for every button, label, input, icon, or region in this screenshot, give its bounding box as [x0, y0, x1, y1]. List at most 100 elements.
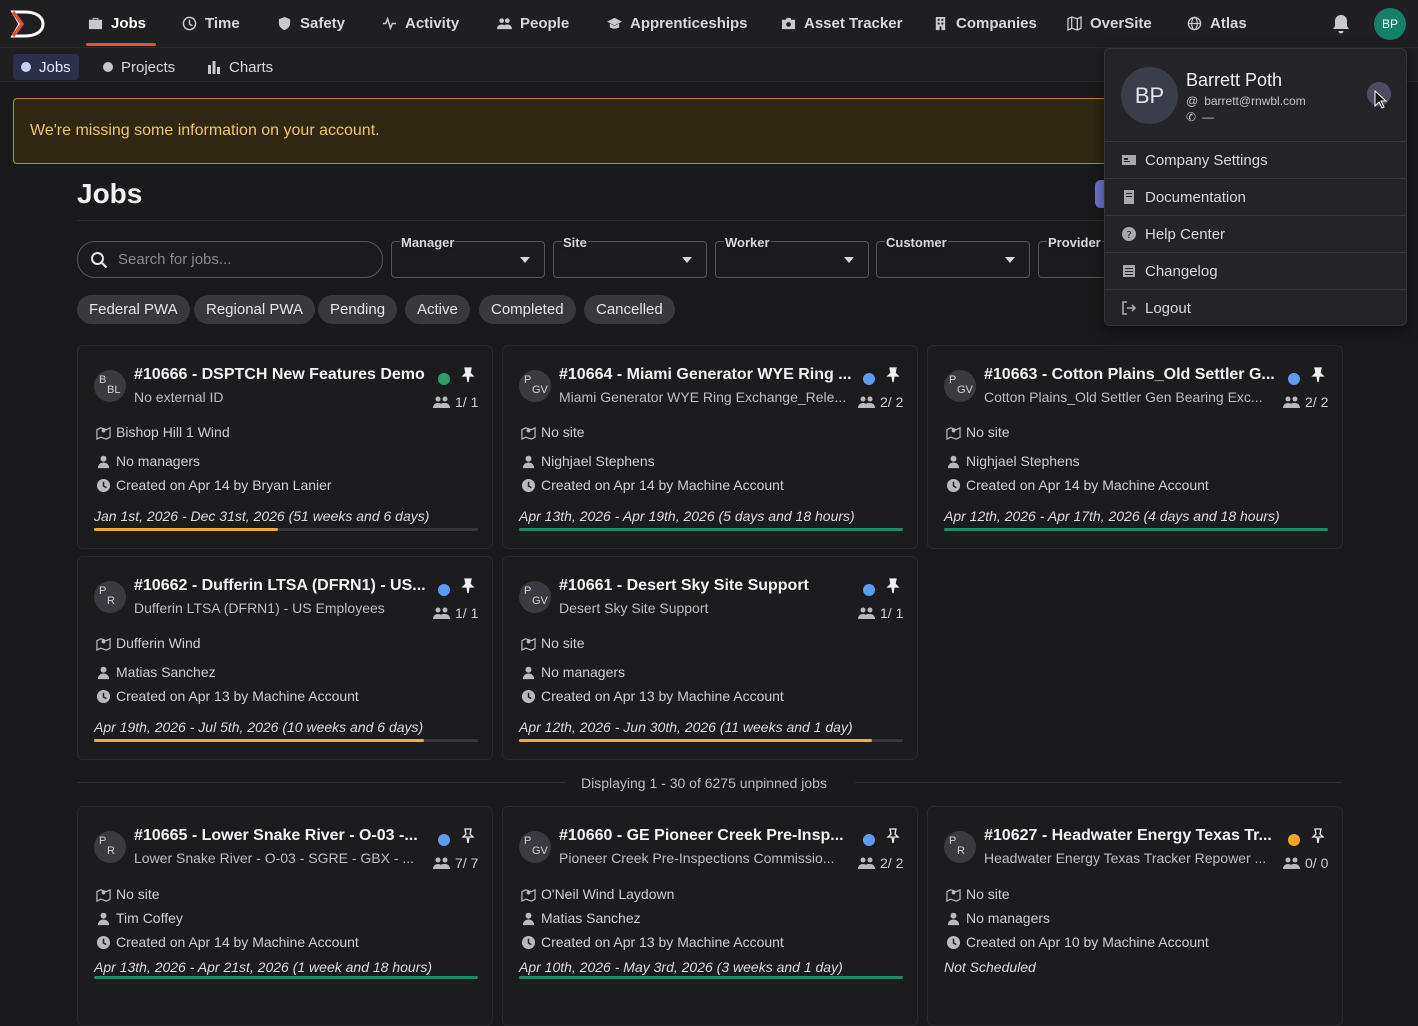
job-avatar: B BL: [94, 370, 126, 402]
nav-apprenticeships[interactable]: Apprenticeships: [607, 0, 748, 46]
job-avatar: P GV: [944, 370, 976, 402]
map-icon: [1067, 15, 1082, 31]
nav-safety[interactable]: Safety: [277, 0, 345, 46]
job-dates: Apr 12th, 2026 - Jun 30th, 2026 (11 week…: [519, 719, 853, 735]
job-created: Created on Apr 14 by Bryan Lanier: [96, 477, 332, 493]
job-site: No site: [946, 886, 1010, 902]
clock-icon: [521, 478, 536, 492]
job-dates: Apr 13th, 2026 - Apr 21st, 2026 (1 week …: [94, 959, 433, 975]
worker-count: 2/ 2: [1283, 394, 1328, 410]
notifications-bell-icon[interactable]: [1330, 13, 1352, 35]
job-avatar: P GV: [519, 581, 551, 613]
pin-button[interactable]: [460, 578, 476, 594]
menu-documentation[interactable]: Documentation: [1121, 179, 1246, 215]
pin-button[interactable]: [460, 367, 476, 383]
job-title[interactable]: #10661 - Desert Sky Site Support: [559, 577, 809, 595]
manager-select[interactable]: Manager: [391, 235, 545, 278]
job-title[interactable]: #10666 - DSPTCH New Features Demo: [134, 366, 425, 384]
map-pin-icon: [96, 426, 111, 440]
circle-icon: [21, 62, 31, 72]
chip-federal-pwa[interactable]: Federal PWA: [77, 295, 190, 324]
search-placeholder: Search for jobs...: [118, 251, 232, 268]
job-card[interactable]: P GV #10661 - Desert Sky Site Support Deser…: [502, 556, 918, 760]
job-title[interactable]: #10665 - Lower Snake River - O-03 -...: [134, 827, 418, 845]
job-created: Created on Apr 13 by Machine Account: [521, 934, 784, 950]
job-title[interactable]: #10663 - Cotton Plains_Old Settler G...: [984, 366, 1275, 384]
chip-active[interactable]: Active: [405, 295, 470, 324]
chip-pending[interactable]: Pending: [318, 295, 398, 324]
job-managers: No managers: [946, 910, 1050, 926]
pin-icon: [461, 828, 475, 844]
nav-atlas[interactable]: Atlas: [1187, 0, 1247, 46]
worker-count: 2/ 2: [858, 855, 903, 871]
customer-select[interactable]: Customer: [876, 235, 1030, 278]
job-card[interactable]: P R #10662 - Dufferin LTSA (DFRN1) - US...…: [77, 556, 493, 760]
users-icon: [433, 396, 450, 408]
subnav-projects[interactable]: Projects: [95, 54, 183, 80]
subnav-charts[interactable]: Charts: [199, 54, 281, 80]
job-card[interactable]: B BL #10666 - DSPTCH New Features Demo No e…: [77, 345, 493, 549]
pin-button[interactable]: [1310, 367, 1326, 383]
app-logo[interactable]: [10, 9, 48, 39]
job-site: No site: [521, 424, 585, 440]
job-title[interactable]: #10660 - GE Pioneer Creek Pre-Insp...: [559, 827, 844, 845]
subnav-jobs[interactable]: Jobs: [13, 54, 79, 80]
users-icon: [497, 17, 512, 29]
job-title[interactable]: #10627 - Headwater Energy Texas Tr...: [984, 827, 1272, 845]
pin-button[interactable]: [885, 828, 901, 844]
globe-icon: [1187, 16, 1202, 30]
chip-cancelled[interactable]: Cancelled: [584, 295, 675, 324]
pin-button[interactable]: [885, 578, 901, 594]
pin-button[interactable]: [885, 367, 901, 383]
users-icon: [1283, 396, 1300, 408]
user-icon: [947, 455, 960, 468]
nav-companies[interactable]: Companies: [933, 0, 1037, 46]
user-avatar-button[interactable]: BP: [1374, 8, 1406, 40]
job-title[interactable]: #10662 - Dufferin LTSA (DFRN1) - US...: [134, 577, 426, 595]
menu-company-settings[interactable]: Company Settings: [1121, 142, 1268, 178]
nav-oversite[interactable]: OverSite: [1067, 0, 1152, 46]
progress-fill: [944, 528, 1328, 531]
site-select[interactable]: Site: [553, 235, 707, 278]
pin-icon: [461, 367, 475, 383]
job-card[interactable]: P GV #10664 - Miami Generator WYE Ring ...…: [502, 345, 918, 549]
pin-button[interactable]: [460, 828, 476, 844]
provider-select[interactable]: Provider: [1038, 235, 1108, 278]
job-card[interactable]: P R #10665 - Lower Snake River - O-03 -...…: [77, 806, 493, 1026]
nav-time[interactable]: Time: [182, 0, 240, 46]
chip-regional-pwa[interactable]: Regional PWA: [194, 295, 315, 324]
progress-fill: [94, 976, 478, 979]
job-avatar: PR: [94, 831, 126, 863]
pin-icon: [461, 578, 475, 594]
job-card[interactable]: P GV #10663 - Cotton Plains_Old Settler G.…: [927, 345, 1343, 549]
pin-icon: [886, 828, 900, 844]
pin-button[interactable]: [1310, 828, 1326, 844]
job-title[interactable]: #10664 - Miami Generator WYE Ring ...: [559, 366, 852, 384]
missing-info-alert[interactable]: We're missing some information on your a…: [13, 98, 1153, 164]
job-card[interactable]: P GV #10660 - GE Pioneer Creek Pre-Insp...…: [502, 806, 918, 1026]
job-managers: Tim Coffey: [96, 910, 183, 926]
pin-icon: [886, 578, 900, 594]
phone-icon: ✆: [1186, 110, 1197, 124]
nav-jobs[interactable]: Jobs: [85, 0, 157, 46]
menu-logout[interactable]: Logout: [1121, 290, 1191, 326]
job-site: No site: [96, 886, 160, 902]
map-pin-icon: [521, 888, 536, 902]
user-phone: ✆ —: [1186, 110, 1215, 124]
job-subtitle: Desert Sky Site Support: [559, 600, 709, 616]
job-card[interactable]: P R #10627 - Headwater Energy Texas Tr... H…: [927, 806, 1343, 1026]
chip-completed[interactable]: Completed: [479, 295, 576, 324]
menu-help-center[interactable]: ? Help Center: [1121, 216, 1225, 252]
job-subtitle: No external ID: [134, 389, 224, 405]
nav-activity[interactable]: Activity: [382, 0, 459, 46]
job-progress-bar: [944, 528, 1328, 531]
search-jobs-input[interactable]: Search for jobs...: [77, 241, 383, 278]
job-created: Created on Apr 14 by Machine Account: [946, 477, 1209, 493]
progress-fill: [94, 739, 425, 742]
nav-asset-tracker[interactable]: Asset Tracker: [781, 0, 902, 46]
worker-select[interactable]: Worker: [715, 235, 869, 278]
menu-changelog[interactable]: Changelog: [1121, 253, 1218, 289]
search-icon: [91, 251, 108, 268]
job-managers: No managers: [96, 453, 200, 469]
nav-people[interactable]: People: [497, 0, 569, 46]
